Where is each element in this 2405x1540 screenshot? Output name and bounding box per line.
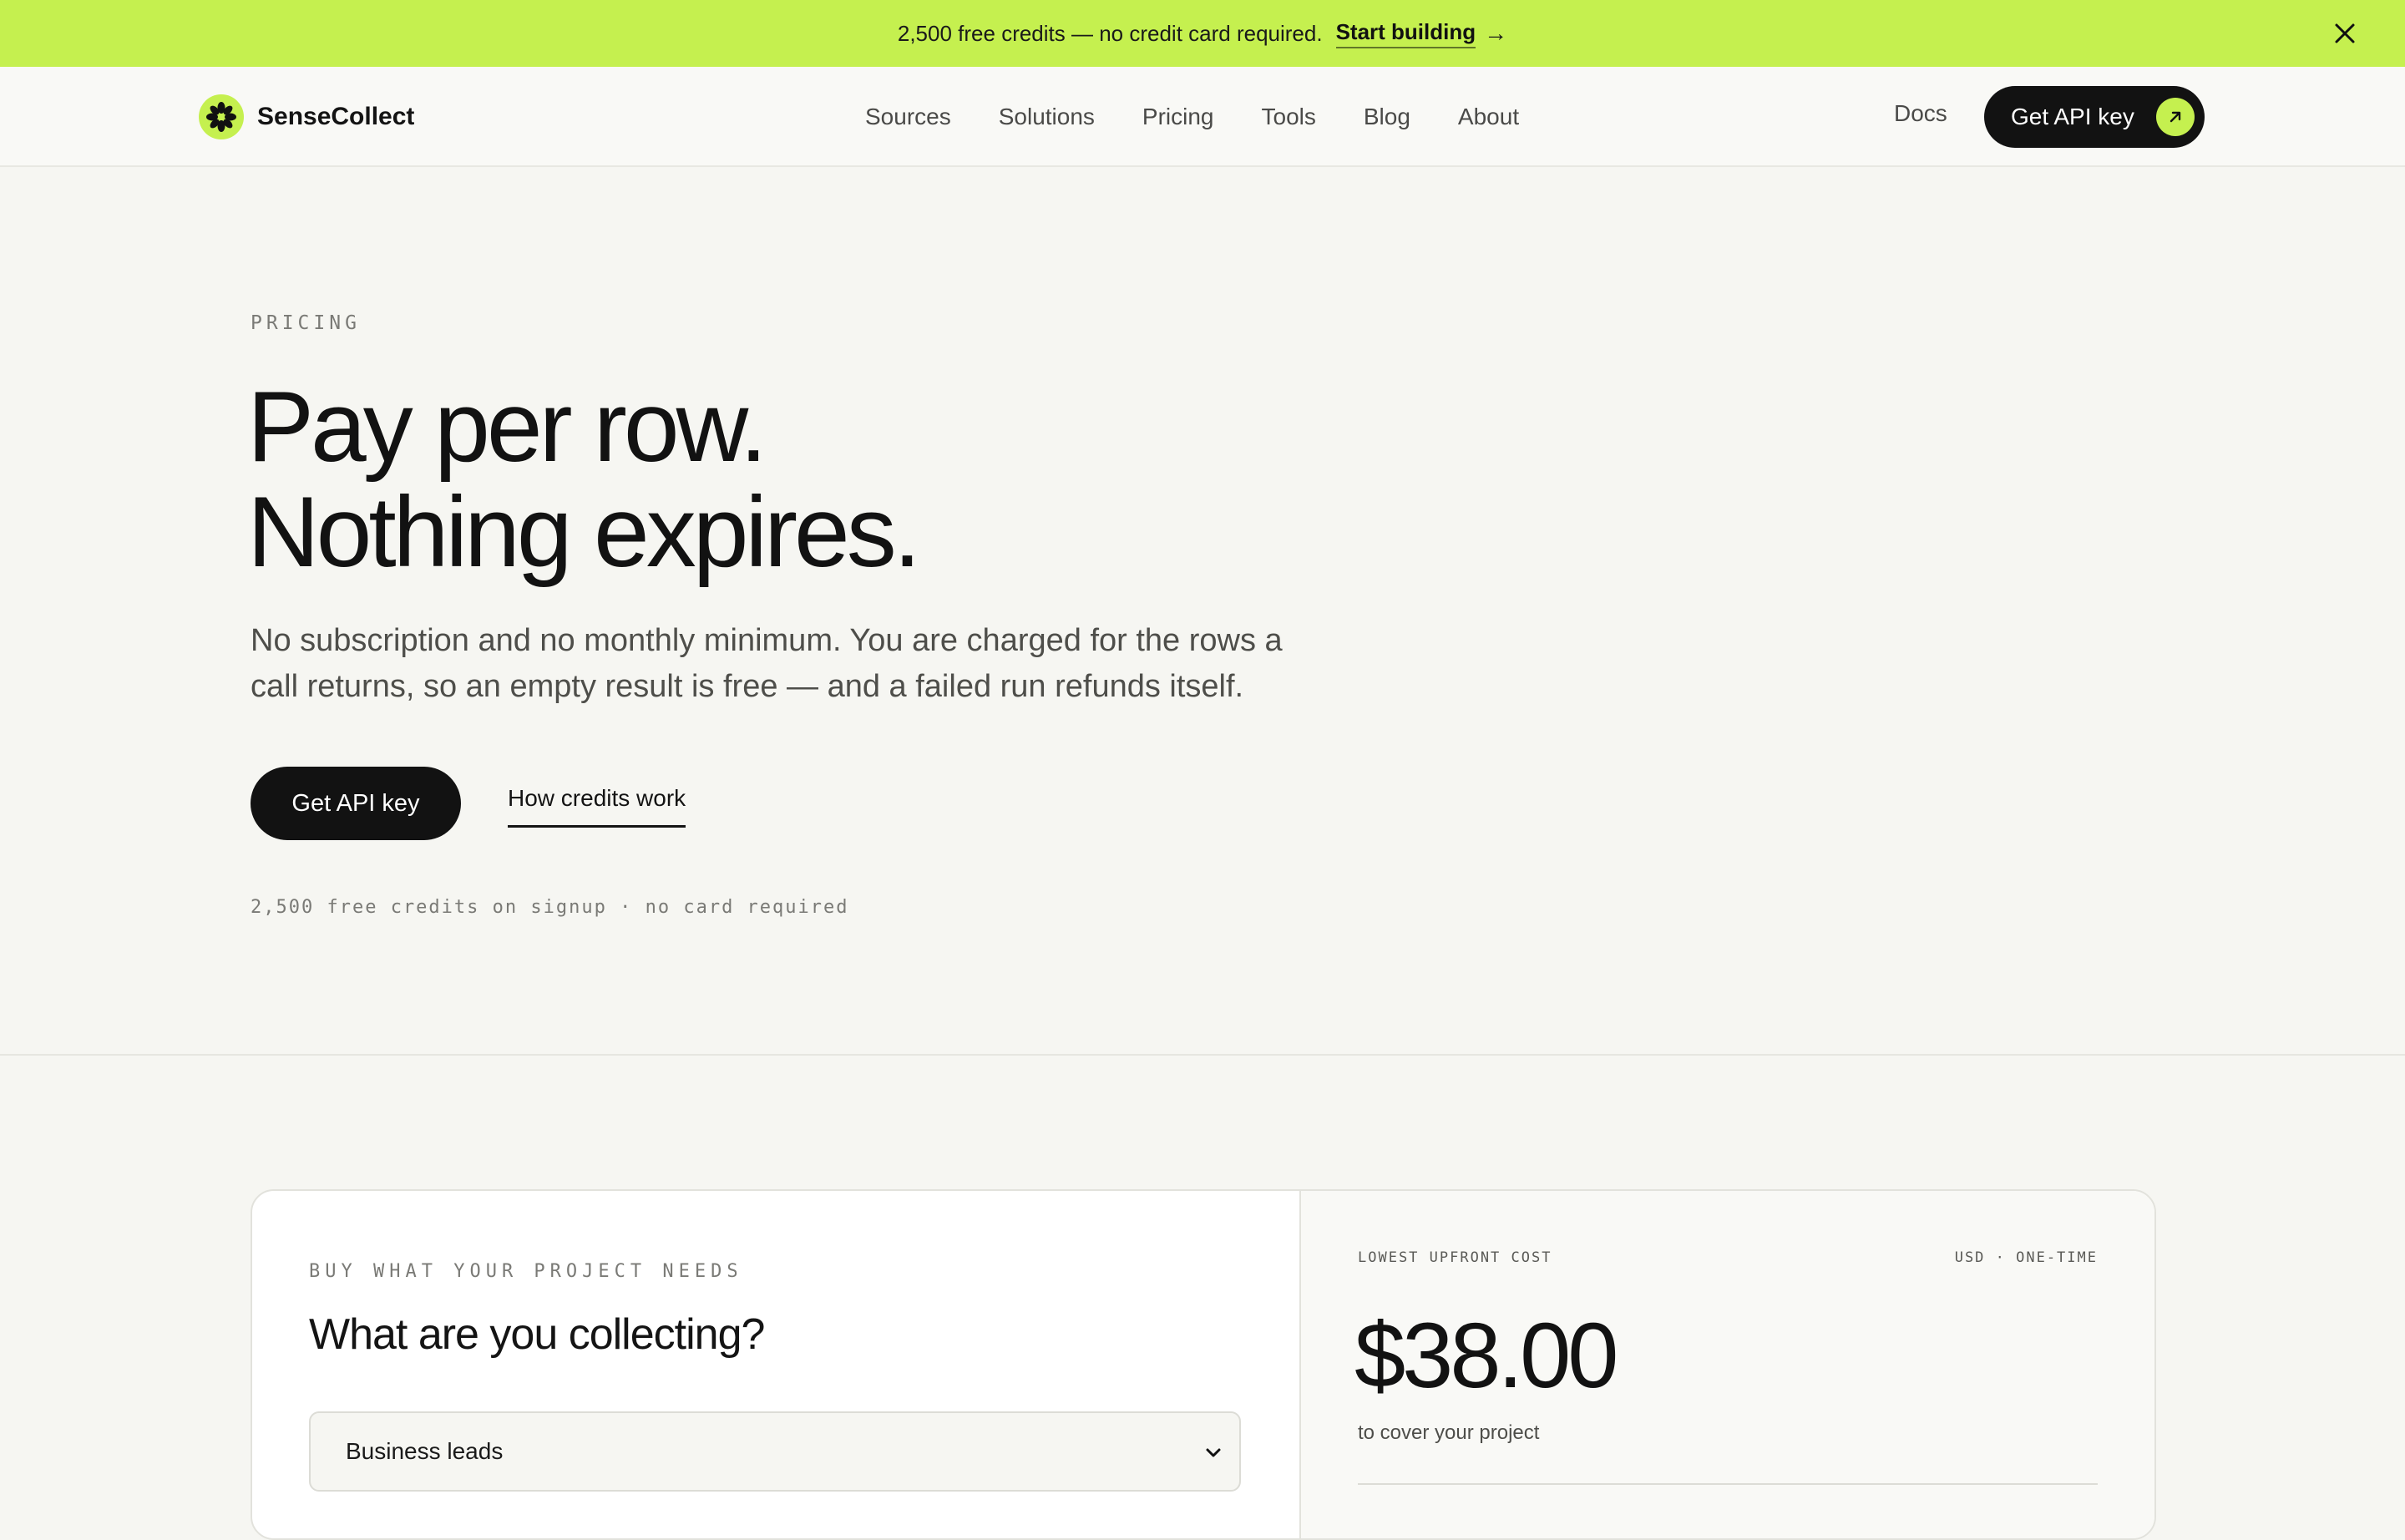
section-divider xyxy=(0,1054,2405,1056)
brand-name: SenseCollect xyxy=(257,103,415,130)
cost-summary-label: LOWEST UPFRONT COST xyxy=(1358,1249,1552,1266)
nav-item-sources[interactable]: Sources xyxy=(865,104,951,130)
how-credits-work-link[interactable]: How credits work xyxy=(508,785,686,828)
nav-item-solutions[interactable]: Solutions xyxy=(999,104,1095,130)
logo-flower-icon xyxy=(199,94,244,139)
nav-get-api-key-button[interactable]: Get API key xyxy=(1984,86,2205,148)
selected-collection-type: Business leads xyxy=(346,1438,504,1464)
total-price: $38.00 xyxy=(1354,1304,1618,1407)
nav-item-about[interactable]: About xyxy=(1458,104,1519,130)
promo-banner: 2,500 free credits — no credit card requ… xyxy=(0,0,2405,67)
nav-item-blog[interactable]: Blog xyxy=(1364,104,1410,130)
main-menu: Sources Solutions Pricing Tools Blog Abo… xyxy=(865,100,1567,134)
headline-line-1: Pay per row. xyxy=(247,371,767,483)
currency-meta: USD · ONE-TIME xyxy=(1954,1249,2098,1266)
headline-line-2: Nothing expires. xyxy=(247,476,921,588)
arrow-right-icon: → xyxy=(1484,20,1508,46)
summary-divider xyxy=(1358,1483,2098,1485)
price-caption: to cover your project xyxy=(1358,1421,1540,1444)
get-api-key-button[interactable]: Get API key xyxy=(251,767,461,840)
hero-description: No subscription and no monthly minimum. … xyxy=(251,623,1283,704)
calculator-eyebrow: BUY WHAT YOUR PROJECT NEEDS xyxy=(309,1261,743,1282)
docs-link[interactable]: Docs xyxy=(1894,100,1947,127)
banner-text: 2,500 free credits — no credit card requ… xyxy=(897,20,1323,46)
section-eyebrow: PRICING xyxy=(251,312,361,334)
pricing-calculator: BUY WHAT YOUR PROJECT NEEDS What are you… xyxy=(251,1189,2156,1540)
logo[interactable]: SenseCollect xyxy=(199,94,414,140)
page-title: Pay per row. Nothing expires. xyxy=(247,371,921,588)
calculator-title: What are you collecting? xyxy=(309,1310,765,1359)
nav-cta-label: Get API key xyxy=(2011,104,2134,129)
collection-type-select[interactable]: Business leads xyxy=(309,1411,1241,1492)
chevron-down-icon xyxy=(1204,1441,1223,1468)
close-icon[interactable] xyxy=(2330,18,2360,48)
nav-item-tools[interactable]: Tools xyxy=(1262,104,1316,130)
start-building-link[interactable]: Start building xyxy=(1335,19,1476,48)
nav-item-pricing[interactable]: Pricing xyxy=(1142,104,1214,130)
arrow-up-right-icon xyxy=(2156,98,2195,136)
signup-note: 2,500 free credits on signup · no card r… xyxy=(251,897,849,918)
cost-summary-panel: LOWEST UPFRONT COST USD · ONE-TIME $38.0… xyxy=(1299,1191,2154,1538)
